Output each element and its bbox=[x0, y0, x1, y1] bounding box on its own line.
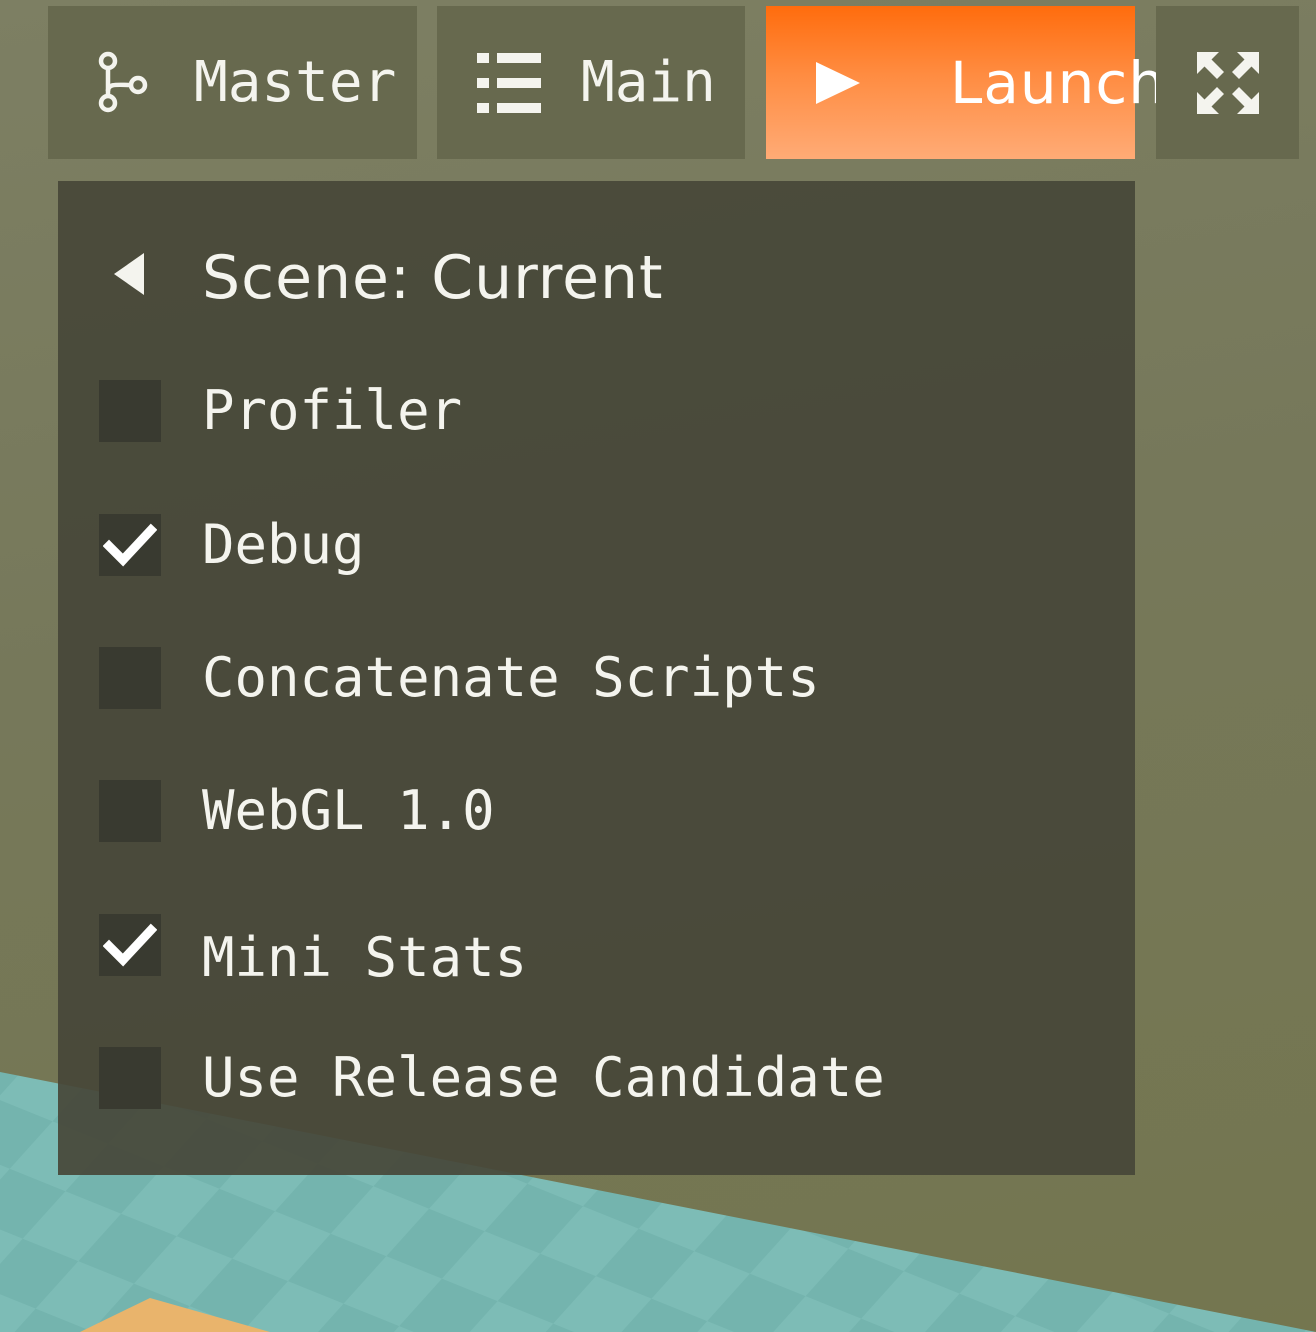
webgl1-checkbox[interactable] bbox=[99, 780, 161, 842]
caret-left-icon bbox=[114, 253, 144, 299]
mini-stats-checkbox[interactable] bbox=[99, 914, 161, 976]
option-label: Use Release Candidate bbox=[202, 1046, 885, 1109]
launch-button[interactable]: Launch bbox=[766, 6, 1165, 159]
branch-label: Master bbox=[194, 50, 397, 115]
option-label: WebGL 1.0 bbox=[202, 779, 495, 842]
branch-icon bbox=[94, 51, 150, 115]
list-icon bbox=[477, 52, 541, 113]
option-label: Debug bbox=[202, 513, 365, 576]
expand-icon bbox=[1196, 51, 1259, 114]
concatenate-scripts-checkbox[interactable] bbox=[99, 647, 161, 709]
scene-label: Scene: Current bbox=[202, 243, 664, 313]
branch-button[interactable]: Master bbox=[48, 6, 417, 159]
debug-checkbox[interactable] bbox=[99, 514, 161, 576]
profiler-checkbox[interactable] bbox=[99, 380, 161, 442]
checkmark-icon bbox=[103, 923, 157, 967]
launch-options-panel: Scene: Current Profiler Debug Concatenat… bbox=[58, 181, 1135, 1175]
option-label: Mini Stats bbox=[202, 926, 528, 989]
launch-label: Launch bbox=[950, 48, 1167, 117]
expand-button[interactable] bbox=[1156, 6, 1299, 159]
checkmark-icon bbox=[103, 523, 157, 567]
scene-list-button[interactable]: Main bbox=[437, 6, 745, 159]
use-release-candidate-checkbox[interactable] bbox=[99, 1047, 161, 1109]
scene-list-label: Main bbox=[581, 50, 716, 115]
option-label: Profiler bbox=[202, 379, 463, 442]
play-icon bbox=[816, 61, 860, 104]
option-label: Concatenate Scripts bbox=[202, 646, 820, 709]
